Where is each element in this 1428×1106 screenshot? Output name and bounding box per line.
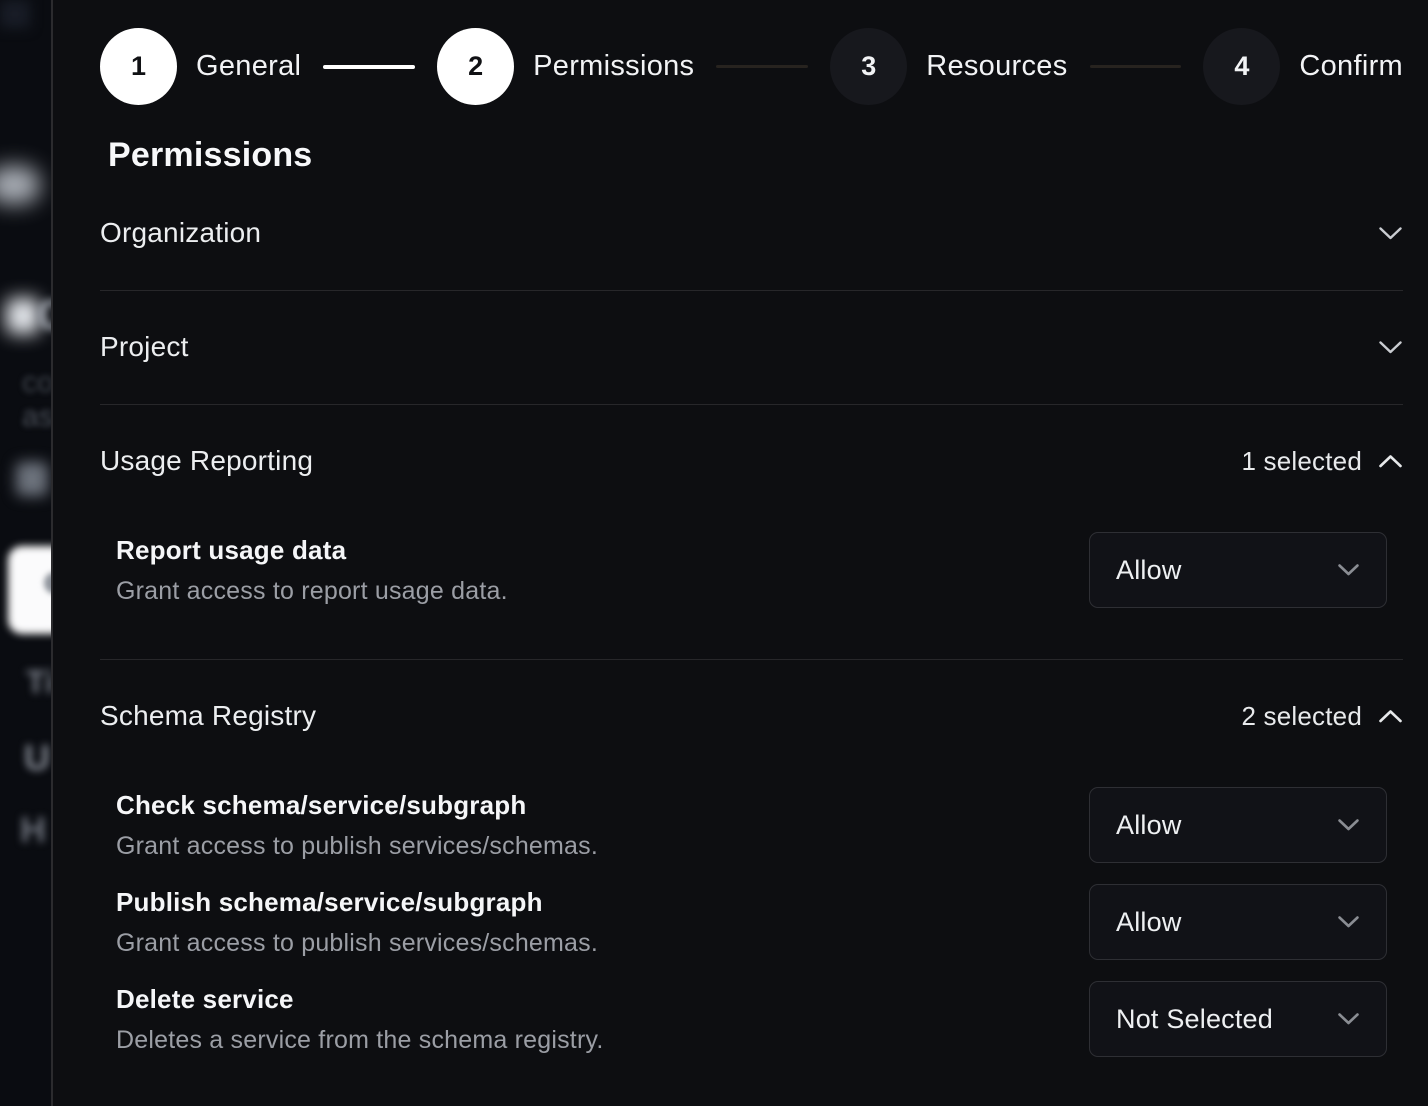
sidebar-blur-text: C xyxy=(36,294,53,336)
permission-description: Grant access to publish services/schemas… xyxy=(116,929,598,958)
section-title: Schema Registry xyxy=(100,695,316,737)
sidebar-blur-text: U xyxy=(24,740,50,776)
step-permissions-label: Permissions xyxy=(533,50,694,83)
step-permissions[interactable]: 2 Permissions xyxy=(437,28,694,105)
sidebar-blur-avatar xyxy=(6,298,40,334)
section-project-header[interactable]: Project xyxy=(100,326,1403,368)
chevron-down-icon xyxy=(1337,563,1360,577)
step-confirm-number: 4 xyxy=(1234,51,1249,82)
section-title: Project xyxy=(100,326,189,368)
step-connector-upcoming xyxy=(1090,65,1182,68)
select-value: Allow xyxy=(1116,810,1182,841)
permission-rows: Check schema/service/subgraph Grant acce… xyxy=(100,787,1403,1057)
background-sidebar: C co as Ti U H xyxy=(0,0,53,1106)
step-resources-number: 3 xyxy=(861,51,876,82)
permission-sections: Organization Project xyxy=(100,177,1403,1106)
section-title: Organization xyxy=(100,212,261,254)
app-root: C co as Ti U H 1 General 2 Permissions xyxy=(0,0,1428,1106)
step-resources[interactable]: 3 Resources xyxy=(830,28,1067,105)
permission-select-report-usage-data[interactable]: Allow xyxy=(1089,532,1387,608)
permissions-wizard-panel: 1 General 2 Permissions 3 Resources xyxy=(53,0,1428,1106)
permission-row-check-schema: Check schema/service/subgraph Grant acce… xyxy=(100,787,1403,863)
permission-row-delete-service: Delete service Deletes a service from th… xyxy=(100,981,1403,1057)
wizard-stepper: 1 General 2 Permissions 3 Resources xyxy=(100,28,1403,105)
chevron-down-icon xyxy=(1337,915,1360,929)
step-confirm-label: Confirm xyxy=(1299,50,1403,83)
sidebar-blur-logo xyxy=(0,166,40,204)
section-project: Project xyxy=(100,291,1403,404)
permission-description: Grant access to publish services/schemas… xyxy=(116,832,598,861)
section-organization-header[interactable]: Organization xyxy=(100,212,1403,254)
selected-count-badge: 1 selected xyxy=(1241,446,1362,477)
select-value: Allow xyxy=(1116,907,1182,938)
sidebar-blur-corner xyxy=(0,0,30,28)
permission-row-report-usage-data: Report usage data Grant access to report… xyxy=(100,532,1403,608)
step-general[interactable]: 1 General xyxy=(100,28,301,105)
sidebar-blur-text: co xyxy=(22,366,53,400)
step-connector-upcoming xyxy=(716,65,808,68)
permission-select-publish-schema[interactable]: Allow xyxy=(1089,884,1387,960)
sidebar-blur-text: H xyxy=(20,812,46,848)
permission-rows: Report usage data Grant access to report… xyxy=(100,532,1403,608)
permission-select-delete-service[interactable]: Not Selected xyxy=(1089,981,1387,1057)
step-general-number: 1 xyxy=(131,51,146,82)
step-confirm[interactable]: 4 Confirm xyxy=(1203,28,1403,105)
chevron-up-icon xyxy=(1378,454,1403,469)
chevron-down-icon xyxy=(1337,1012,1360,1026)
chevron-up-icon xyxy=(1378,709,1403,724)
permission-title: Delete service xyxy=(116,984,603,1015)
sidebar-blur-text: Ti xyxy=(26,666,53,698)
step-resources-badge: 3 xyxy=(830,28,907,105)
step-permissions-badge: 2 xyxy=(437,28,514,105)
sidebar-blur-text: as xyxy=(22,400,53,434)
section-schema-registry-header[interactable]: Schema Registry 2 selected xyxy=(100,695,1403,737)
step-permissions-number: 2 xyxy=(468,51,483,82)
step-general-badge: 1 xyxy=(100,28,177,105)
section-organization: Organization xyxy=(100,177,1403,290)
permission-description: Deletes a service from the schema regist… xyxy=(116,1026,603,1055)
page-title: Permissions xyxy=(108,136,1403,175)
section-usage-reporting: Usage Reporting 1 selected Report usage … xyxy=(100,405,1403,659)
section-usage-reporting-header[interactable]: Usage Reporting 1 selected xyxy=(100,440,1403,482)
permission-title: Publish schema/service/subgraph xyxy=(116,887,598,918)
section-schema-registry: Schema Registry 2 selected Check schema/… xyxy=(100,660,1403,1106)
selected-count-badge: 2 selected xyxy=(1241,701,1362,732)
permission-select-check-schema[interactable]: Allow xyxy=(1089,787,1387,863)
select-value: Not Selected xyxy=(1116,1004,1273,1035)
permission-title: Check schema/service/subgraph xyxy=(116,790,598,821)
section-title: Usage Reporting xyxy=(100,440,313,482)
permission-row-publish-schema: Publish schema/service/subgraph Grant ac… xyxy=(100,884,1403,960)
step-resources-label: Resources xyxy=(926,50,1067,83)
permission-title: Report usage data xyxy=(116,535,508,566)
chevron-down-icon xyxy=(1378,340,1403,355)
step-general-label: General xyxy=(196,50,301,83)
select-value: Allow xyxy=(1116,555,1182,586)
step-connector-complete xyxy=(323,65,415,69)
sidebar-blur-icon xyxy=(16,462,48,496)
chevron-down-icon xyxy=(1337,818,1360,832)
step-confirm-badge: 4 xyxy=(1203,28,1280,105)
chevron-down-icon xyxy=(1378,226,1403,241)
permission-description: Grant access to report usage data. xyxy=(116,577,508,606)
